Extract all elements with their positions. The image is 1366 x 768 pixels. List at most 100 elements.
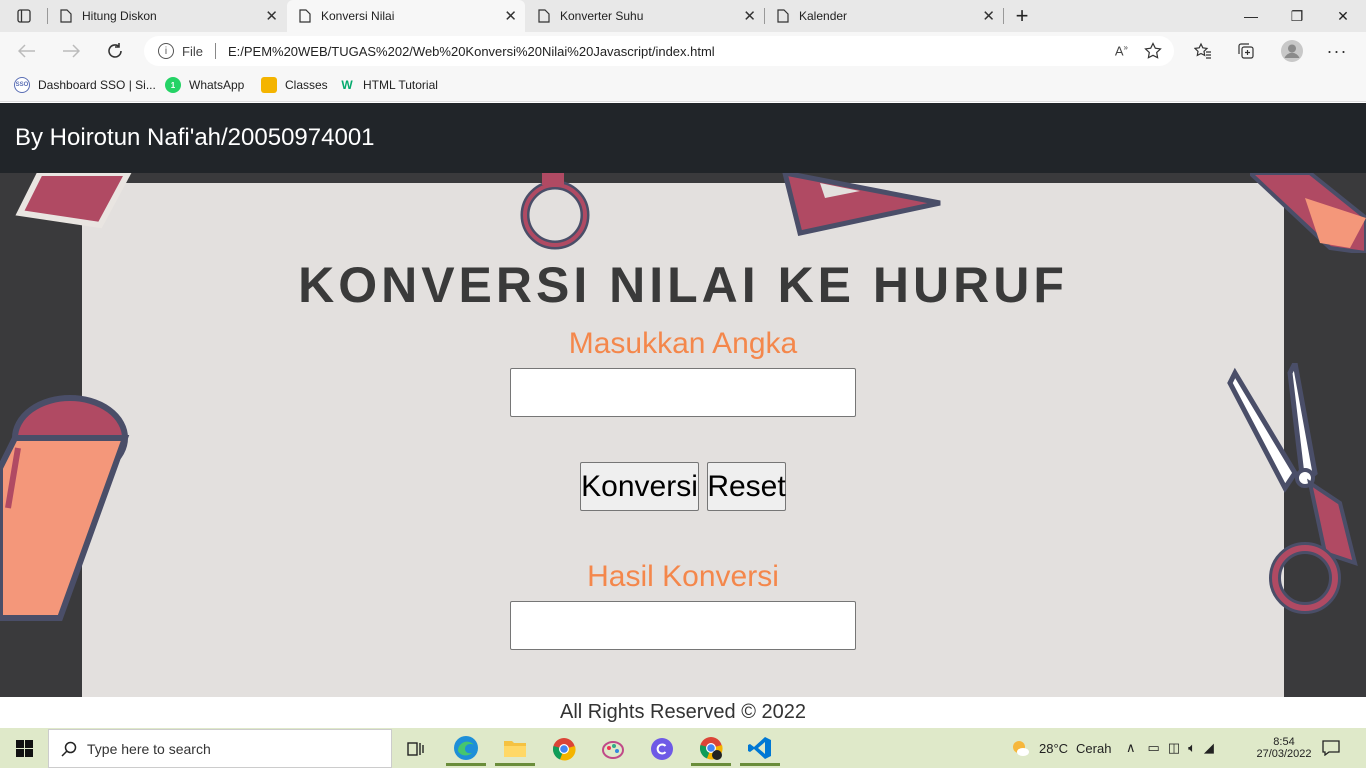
bookmark-dashboard-sso[interactable]: SSO Dashboard SSO | Si... [14,77,156,93]
close-tab-icon[interactable]: ✕ [743,7,756,25]
profile-button[interactable] [1277,36,1307,66]
chrome-icon [553,738,576,761]
tab-actions-button[interactable] [0,0,48,32]
start-button[interactable] [4,731,44,765]
bookmark-whatsapp[interactable]: 1 WhatsApp [165,77,244,93]
collections-button[interactable] [1231,36,1261,66]
scheme-label: File [182,43,203,59]
chalkboard-background: KONVERSI NILAI KE HURUF Masukkan Angka K… [0,173,1366,697]
number-input[interactable] [510,368,856,417]
bookmark-html-tutorial[interactable]: W HTML Tutorial [339,77,438,93]
taskbar-chrome[interactable] [544,732,584,766]
minimize-button[interactable]: — [1228,0,1274,32]
page-icon [60,9,72,23]
bookmark-label: Classes [285,78,328,92]
reset-button[interactable]: Reset [707,462,786,511]
bookmarks-bar: SSO Dashboard SSO | Si... 1 WhatsApp Cla… [0,70,1366,102]
clock[interactable]: 8:54 27/03/2022 [1252,728,1316,768]
bookmark-label: WhatsApp [189,78,245,92]
refresh-icon [108,43,122,58]
vscode-icon [748,736,771,759]
bookmark-classes[interactable]: Classes [261,77,328,93]
tab-title: Kalender [799,9,848,23]
restore-button[interactable]: ❐ [1274,0,1320,32]
taskbar-search[interactable]: Type here to search [48,729,392,768]
task-view-button[interactable] [396,732,436,766]
new-tab-button[interactable]: + [1005,0,1039,32]
taskbar-canva[interactable] [642,732,682,766]
page-header: By Hoirotun Nafi'ah/20050974001 [0,103,1366,173]
sso-icon: SSO [14,77,30,93]
edge-icon [454,735,478,760]
search-placeholder: Type here to search [87,740,211,757]
tab-title: Konverter Suhu [560,9,644,23]
weather-widget[interactable]: 28°C Cerah [1010,728,1111,768]
page-footer: All Rights Reserved © 2022 [0,697,1366,728]
back-button[interactable] [12,36,42,66]
scissors-illustration [1227,363,1358,614]
w3schools-icon: W [341,78,353,92]
tab-konverter-suhu[interactable]: Konverter Suhu ✕ [526,0,764,32]
clock-time: 8:54 [1273,736,1295,748]
taskbar-edge[interactable] [446,732,486,766]
bookmark-label: Dashboard SSO | Si... [38,78,156,92]
folder-icon [504,740,526,757]
windows-taskbar: Type here to search 28°C Cerah ∧ ▭ ◫ 🔈︎ … [0,728,1366,768]
weather-sun-icon [1013,741,1029,756]
magnifier-illustration [520,173,590,250]
close-window-button[interactable]: ✕ [1320,0,1366,32]
book-illustration [15,173,132,229]
page-icon [299,9,311,23]
task-view-icon [407,742,424,756]
page-icon [538,9,550,23]
refresh-button[interactable] [100,36,130,66]
forward-arrow-icon [63,44,80,58]
settings-more-button[interactable]: ··· [1322,36,1352,66]
result-output[interactable] [510,601,856,650]
taskbar-paint[interactable] [593,732,633,766]
paint-icon [602,741,624,759]
tab-actions-icon [17,9,31,23]
close-tab-icon[interactable]: ✕ [265,7,278,25]
add-favorite-icon[interactable] [1144,42,1162,60]
chrome-profile-icon [700,736,723,760]
tab-title: Hitung Diskon [82,9,157,23]
favorites-button[interactable] [1188,36,1218,66]
bookmark-label: HTML Tutorial [363,78,438,92]
close-tab-icon[interactable]: ✕ [982,7,995,25]
tab-kalender[interactable]: Kalender ✕ [765,0,1003,32]
notification-center-button[interactable] [1322,728,1340,768]
tray-icons[interactable]: ∧ ▭ ◫ 🔈︎ ◢ [1126,728,1214,768]
site-info-icon[interactable]: i [158,43,174,59]
page-icon [777,9,789,23]
pencil-illustration [1250,173,1366,253]
volume-icon[interactable]: 🔈︎ [1188,740,1196,756]
tab-konversi-nilai[interactable]: Konversi Nilai ✕ [287,0,525,32]
windows-logo-icon [15,739,33,757]
taskbar-chrome-profile[interactable] [691,732,731,766]
address-separator [214,43,216,59]
more-dots-icon: ··· [1326,40,1348,61]
input-label: Masukkan Angka [568,327,798,360]
address-bar[interactable]: i File E:/PEM%20WEB/TUGAS%202/Web%20Konv… [144,36,1174,66]
classroom-icon [261,77,277,93]
network-icon[interactable]: ◫ [1168,740,1180,756]
favorites-icon [1194,42,1211,59]
convert-button[interactable]: Konversi [580,462,699,511]
close-tab-icon[interactable]: ✕ [504,7,517,25]
forward-button[interactable] [56,36,86,66]
taskbar-file-explorer[interactable] [495,732,535,766]
weather-temp: 28°C [1039,740,1069,756]
chevron-up-icon[interactable]: ∧ [1126,740,1136,756]
battery-icon[interactable]: ▭ [1148,740,1160,756]
tab-title: Konversi Nilai [321,9,395,23]
tab-separator [1003,8,1004,24]
taskbar-vscode[interactable] [740,732,780,766]
avatar-icon [1281,40,1303,62]
wifi-icon[interactable]: ◢ [1204,740,1214,756]
weather-condition: Cerah [1076,740,1112,756]
tab-hitung-diskon[interactable]: Hitung Diskon ✕ [48,0,286,32]
read-aloud-icon[interactable]: A» [1115,43,1128,58]
web-page: By Hoirotun Nafi'ah/20050974001 KONVERSI… [0,103,1366,728]
result-label: Hasil Konversi [587,560,779,593]
